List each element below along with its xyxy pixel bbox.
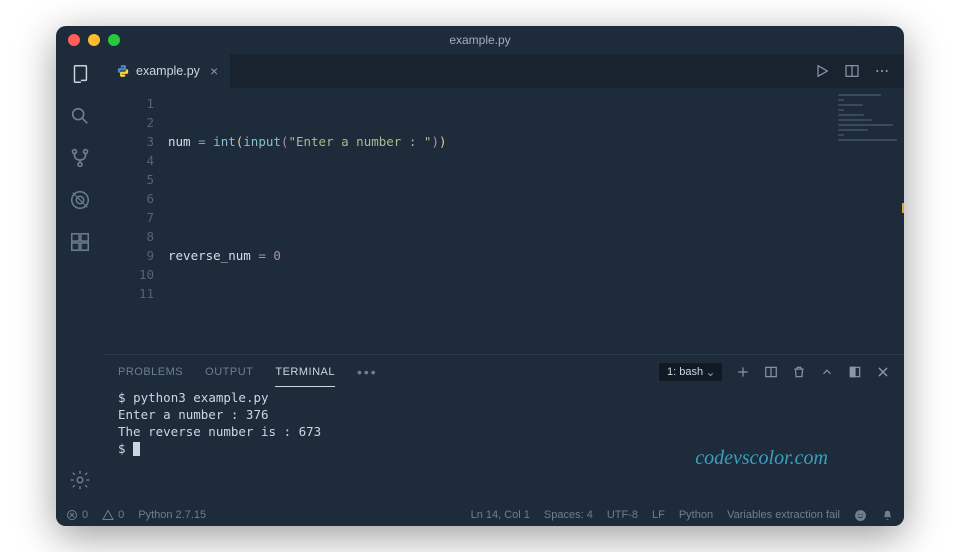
debug-icon[interactable] [68,188,92,212]
minimize-window-button[interactable] [88,34,100,46]
split-terminal-icon[interactable] [764,365,778,379]
explorer-icon[interactable] [68,62,92,86]
panel-tabs: PROBLEMS OUTPUT TERMINAL ••• 1: bash [104,355,904,389]
code-content[interactable]: num = int(input("Enter a number : ")) re… [168,88,904,354]
maximize-window-button[interactable] [108,34,120,46]
split-editor-icon[interactable] [844,63,860,79]
tab-terminal[interactable]: TERMINAL [275,358,335,387]
tab-bar: example.py × [104,54,904,88]
more-actions-icon[interactable] [874,63,890,79]
status-indent[interactable]: Spaces: 4 [544,509,593,521]
line-gutter: 1234567891011 [104,88,168,354]
watermark: codevscolor.com [695,447,828,470]
python-file-icon [116,64,130,78]
tab-problems[interactable]: PROBLEMS [118,358,183,386]
chevron-up-icon[interactable] [820,365,834,379]
extensions-icon[interactable] [68,230,92,254]
terminal-prompt: $ [118,441,133,456]
vscode-window: example.py [56,26,904,526]
terminal-output-line: Enter a number : 376 [118,406,890,423]
maximize-panel-icon[interactable] [848,365,862,379]
kill-terminal-icon[interactable] [792,365,806,379]
feedback-icon[interactable] [854,509,867,522]
settings-gear-icon[interactable] [68,468,92,492]
window-title: example.py [449,33,510,47]
status-errors[interactable]: 0 [66,509,88,521]
status-encoding[interactable]: UTF-8 [607,509,638,521]
activity-bar [56,54,104,504]
bell-icon[interactable] [881,509,894,522]
status-python-version[interactable]: Python 2.7.15 [138,509,206,521]
tab-example-py[interactable]: example.py × [104,54,230,88]
panel-more-icon[interactable]: ••• [357,364,378,380]
tab-filename: example.py [136,64,200,78]
terminal-prompt: $ [118,390,133,405]
titlebar: example.py [56,26,904,54]
tab-close-icon[interactable]: × [210,63,218,79]
terminal-cursor [133,442,140,456]
window-controls [68,34,120,46]
status-extra[interactable]: Variables extraction fail [727,509,840,521]
status-warnings[interactable]: 0 [102,509,124,521]
bottom-panel: PROBLEMS OUTPUT TERMINAL ••• 1: bash [104,354,904,504]
status-language[interactable]: Python [679,509,713,521]
tab-output[interactable]: OUTPUT [205,358,253,386]
terminal-output-line: The reverse number is : 673 [118,423,890,440]
status-cursor-pos[interactable]: Ln 14, Col 1 [471,509,530,521]
status-eol[interactable]: LF [652,509,665,521]
minimap[interactable] [838,94,900,164]
editor[interactable]: 1234567891011 num = int(input("Enter a n… [104,88,904,354]
terminal-select[interactable]: 1: bash [659,363,722,381]
terminal-command: python3 example.py [133,390,268,405]
source-control-icon[interactable] [68,146,92,170]
scrollbar-marker [902,203,904,213]
close-window-button[interactable] [68,34,80,46]
run-icon[interactable] [814,63,830,79]
new-terminal-icon[interactable] [736,365,750,379]
close-panel-icon[interactable] [876,365,890,379]
search-icon[interactable] [68,104,92,128]
status-bar: 0 0 Python 2.7.15 Ln 14, Col 1 Spaces: 4… [56,504,904,526]
